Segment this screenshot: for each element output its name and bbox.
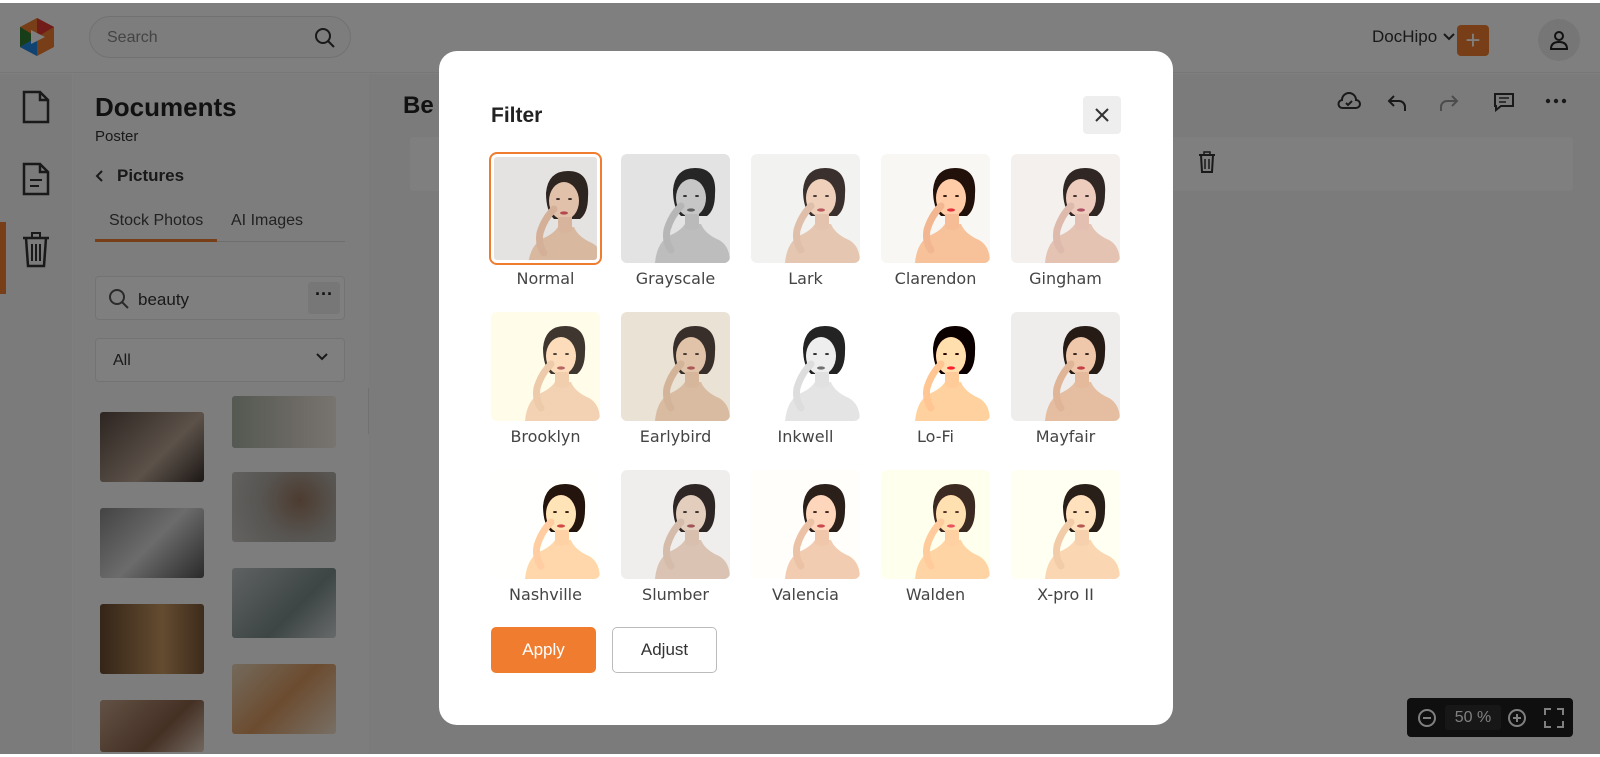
filter-option-clarendon[interactable]: Clarendon (881, 154, 990, 288)
filter-preview-image (881, 154, 990, 263)
filter-label: Lo-Fi (917, 427, 954, 446)
filter-option-grayscale[interactable]: Grayscale (621, 154, 730, 288)
filter-option-normal[interactable]: Normal (489, 152, 602, 288)
filter-label: Grayscale (635, 269, 716, 288)
filter-option-walden[interactable]: Walden (881, 470, 990, 604)
filter-option-valencia[interactable]: Valencia (751, 470, 860, 604)
filter-option-lo-fi[interactable]: Lo-Fi (881, 312, 990, 446)
filter-label: Slumber (642, 585, 709, 604)
filter-preview-image (1011, 312, 1120, 421)
filter-option-gingham[interactable]: Gingham (1011, 154, 1120, 288)
filter-preview-image (1011, 470, 1120, 579)
adjust-button[interactable]: Adjust (612, 627, 717, 673)
filter-label: Clarendon (894, 269, 977, 288)
filter-preview-image (489, 152, 602, 265)
filter-option-nashville[interactable]: Nashville (491, 470, 600, 604)
filter-label: Walden (905, 585, 966, 604)
filter-label: Inkwell (777, 427, 834, 446)
filter-label: Earlybird (639, 427, 712, 446)
filter-preview-image (751, 312, 860, 421)
close-icon (1083, 107, 1121, 123)
filter-label: Gingham (1029, 269, 1102, 288)
filter-label: Brooklyn (510, 427, 581, 446)
filter-preview-image (751, 154, 860, 263)
filter-label: X-pro II (1037, 585, 1094, 604)
filter-preview-image (881, 312, 990, 421)
close-button[interactable] (1083, 96, 1121, 134)
filter-label: Valencia (772, 585, 839, 604)
filter-option-lark[interactable]: Lark (751, 154, 860, 288)
filter-preview-image (491, 312, 600, 421)
filter-option-mayfair[interactable]: Mayfair (1011, 312, 1120, 446)
filter-option-brooklyn[interactable]: Brooklyn (491, 312, 600, 446)
filter-preview-image (881, 470, 990, 579)
filter-label: Normal (516, 269, 575, 288)
filter-preview-image (621, 154, 730, 263)
filter-label: Mayfair (1035, 427, 1096, 446)
filter-preview-image (621, 312, 730, 421)
filter-option-slumber[interactable]: Slumber (621, 470, 730, 604)
filter-option-x-pro-ii[interactable]: X-pro II (1011, 470, 1120, 604)
apply-button[interactable]: Apply (491, 627, 596, 673)
filter-preview-image (621, 470, 730, 579)
filter-option-inkwell[interactable]: Inkwell (751, 312, 860, 446)
modal-title: Filter (491, 104, 543, 127)
filter-preview-image (751, 470, 860, 579)
filter-label: Nashville (509, 585, 582, 604)
filter-label: Lark (788, 269, 823, 288)
filter-option-earlybird[interactable]: Earlybird (621, 312, 730, 446)
filter-modal: Filter Normal Grayscale Lark Clarendon Gingh… (439, 51, 1173, 725)
filter-preview-image (491, 470, 600, 579)
filter-preview-image (1011, 154, 1120, 263)
